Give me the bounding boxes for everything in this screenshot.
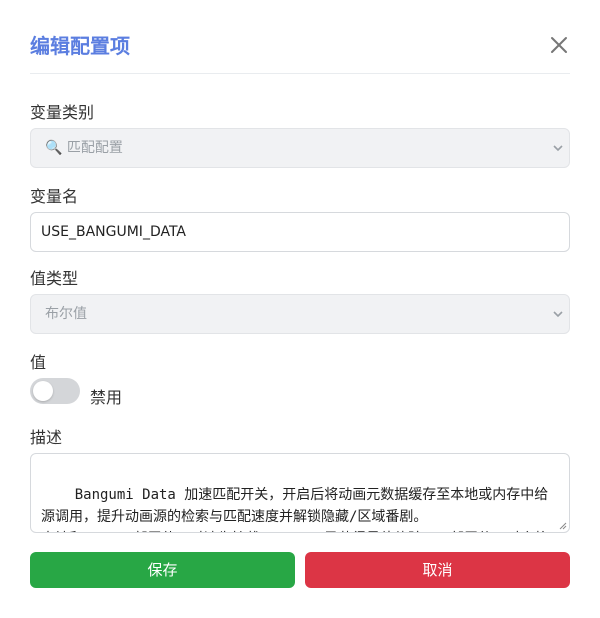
toggle-knob [33,381,53,401]
save-button[interactable]: 保存 [30,552,295,588]
dialog-title: 编辑配置项 [30,34,130,58]
value-type-label: 值类型 [30,269,79,288]
toggle-state-label: 禁用 [90,388,123,407]
description-textarea[interactable]: Bangumi Data 加速匹配开关，开启后将动画元数据缓存至本地或内存中给源… [30,453,570,533]
value-toggle-switch[interactable] [30,378,80,404]
description-label: 描述 [30,428,63,447]
description-text: Bangumi Data 加速匹配开关，开启后将动画元数据缓存至本地或内存中给源… [41,487,549,532]
value-label: 值 [30,353,47,372]
category-selected-value: 🔍 匹配配置 [45,140,123,156]
value-type-selected-value: 布尔值 [45,306,87,322]
dialog-header: 编辑配置项 [30,0,570,74]
value-type-select[interactable]: 布尔值 [30,294,570,334]
chevron-down-icon [553,145,563,152]
resize-handle-icon[interactable] [559,522,567,530]
category-label: 变量类别 [30,103,95,122]
name-input[interactable]: USE_BANGUMI_DATA [30,212,570,252]
chevron-down-icon [553,311,563,318]
close-icon [551,37,567,53]
category-select[interactable]: 🔍 匹配配置 [30,128,570,168]
name-input-value: USE_BANGUMI_DATA [41,224,187,240]
cancel-button[interactable]: 取消 [305,552,570,588]
close-button[interactable] [548,34,570,56]
edit-config-dialog: 编辑配置项 变量类别 🔍 匹配配置 变量名 USE_BANGUMI_DATA 值… [0,0,600,618]
name-label: 变量名 [30,187,79,206]
